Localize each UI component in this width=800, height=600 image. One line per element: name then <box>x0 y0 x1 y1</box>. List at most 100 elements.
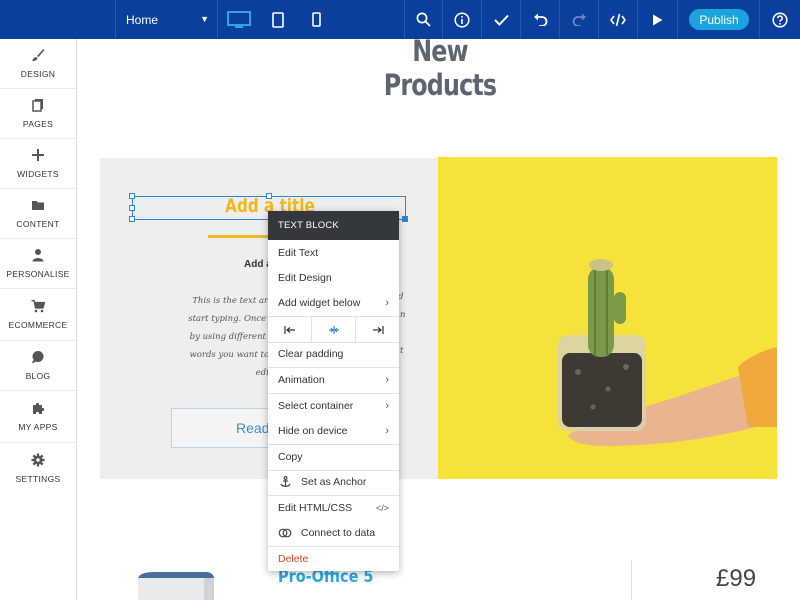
chevron-down-icon: ▼ <box>200 14 209 24</box>
link-rings-icon <box>278 528 292 538</box>
cactus-photo <box>438 157 777 479</box>
page-select-dropdown[interactable]: Home ▼ <box>115 0 218 39</box>
chevron-right-icon: › <box>385 400 389 412</box>
align-center-icon <box>328 325 339 334</box>
menu-item-add-widget-below[interactable]: Add widget below › <box>268 291 399 315</box>
menu-item-delete[interactable]: Delete <box>268 547 399 571</box>
help-button[interactable] <box>769 0 791 39</box>
chat-bubble-icon <box>32 351 44 364</box>
cart-icon <box>31 299 45 313</box>
tablet-view-button[interactable] <box>269 0 287 39</box>
code-icon: </> <box>375 503 389 513</box>
align-center-button[interactable] <box>312 317 356 342</box>
gear-icon <box>31 453 45 466</box>
anchor-icon <box>278 476 292 488</box>
product-image[interactable] <box>136 570 216 600</box>
menu-item-select-container[interactable]: Select container › <box>268 394 399 418</box>
sidebar-item-settings[interactable]: SETTINGS <box>0 443 76 493</box>
menu-item-label: Copy <box>278 451 303 463</box>
product-price: £99 <box>716 565 757 592</box>
resize-handle[interactable] <box>129 193 135 199</box>
menu-item-label: Select container <box>278 400 354 412</box>
puzzle-icon <box>33 402 45 414</box>
preview-button[interactable] <box>647 0 667 39</box>
checkmark-icon <box>493 14 509 26</box>
publish-button[interactable]: Publish <box>689 9 749 30</box>
menu-item-animation[interactable]: Animation › <box>268 368 399 392</box>
search-icon <box>416 12 431 27</box>
play-icon <box>652 14 662 25</box>
align-left-icon <box>283 325 295 334</box>
menu-item-set-as-anchor[interactable]: Set as Anchor <box>268 470 399 494</box>
sidebar-item-widgets[interactable]: WIDGETS <box>0 139 76 189</box>
chevron-right-icon: › <box>385 425 389 437</box>
code-icon <box>610 13 626 26</box>
sidebar-item-design[interactable]: DESIGN <box>0 39 76 89</box>
paragraph-fragment: n <box>400 310 406 320</box>
menu-item-edit-text[interactable]: Edit Text <box>268 241 399 265</box>
desktop-view-button[interactable] <box>226 0 252 39</box>
help-icon <box>772 11 788 28</box>
menu-item-clear-padding[interactable]: Clear padding <box>268 342 399 366</box>
sidebar-item-label: DESIGN <box>20 69 56 79</box>
sidebar-item-label: PERSONALISE <box>6 269 70 279</box>
sidebar-item-label: WIDGETS <box>17 169 59 179</box>
sidebar-item-personalise[interactable]: PERSONALISE <box>0 239 76 289</box>
menu-item-connect-to-data[interactable]: Connect to data <box>268 521 399 545</box>
info-icon <box>454 11 470 28</box>
mobile-view-button[interactable] <box>309 0 323 39</box>
menu-item-label: Hide on device <box>278 425 348 437</box>
menu-item-edit-design[interactable]: Edit Design <box>268 266 399 290</box>
undo-icon <box>533 13 547 26</box>
sidebar-item-blog[interactable]: BLOG <box>0 341 76 391</box>
sidebar-item-label: MY APPS <box>18 422 58 432</box>
sidebar-item-my-apps[interactable]: MY APPS <box>0 391 76 443</box>
redo-button[interactable] <box>568 0 590 39</box>
sidebar-item-label: ECOMMERCE <box>8 320 68 330</box>
undo-button[interactable] <box>529 0 551 39</box>
menu-item-label: Clear padding <box>278 348 344 360</box>
sidebar-item-content[interactable]: CONTENT <box>0 189 76 239</box>
chevron-right-icon: › <box>385 374 389 386</box>
divider <box>631 560 632 600</box>
menu-item-label: Edit Design <box>278 272 332 284</box>
tablet-icon <box>272 11 284 28</box>
resize-handle[interactable] <box>129 216 135 222</box>
code-button[interactable] <box>607 0 629 39</box>
brush-icon <box>32 49 45 61</box>
sidebar-item-pages[interactable]: PAGES <box>0 89 76 139</box>
sidebar-item-label: SETTINGS <box>15 473 61 484</box>
context-menu-header: TEXT BLOCK <box>268 211 399 240</box>
folder-icon <box>32 201 44 210</box>
menu-item-edit-html-css[interactable]: Edit HTML/CSS </> <box>268 496 399 520</box>
menu-item-label: Add widget below <box>278 297 361 309</box>
cactus-image[interactable] <box>438 157 777 479</box>
chevron-right-icon: › <box>385 297 389 309</box>
resize-handle[interactable] <box>129 205 135 211</box>
paragraph-fragment: t <box>400 346 404 356</box>
menu-item-copy[interactable]: Copy <box>268 445 399 469</box>
sidebar-item-label: BLOG <box>25 371 51 381</box>
sidebar-item-label: CONTENT <box>16 219 60 229</box>
menu-item-label: Connect to data <box>301 527 376 539</box>
menu-item-label: Set as Anchor <box>301 476 367 488</box>
align-right-button[interactable] <box>356 317 399 342</box>
mobile-icon <box>311 12 321 27</box>
page-select-value: Home <box>126 12 159 27</box>
menu-item-label: Edit HTML/CSS <box>278 502 353 514</box>
sidebar-item-label: PAGES <box>22 119 54 129</box>
person-icon <box>32 249 44 262</box>
desktop-icon <box>227 10 251 28</box>
printer-image <box>138 572 214 600</box>
alignment-row <box>268 316 399 343</box>
resize-handle[interactable] <box>402 216 408 222</box>
context-menu: TEXT BLOCK Edit Text Edit Design Add wid… <box>268 211 399 571</box>
align-left-button[interactable] <box>268 317 312 342</box>
menu-item-hide-on-device[interactable]: Hide on device › <box>268 419 399 443</box>
redo-icon <box>572 13 586 26</box>
sidebar-item-ecommerce[interactable]: ECOMMERCE <box>0 289 76 341</box>
pages-icon <box>32 99 43 112</box>
menu-item-label: Delete <box>278 553 309 565</box>
read-more-label: Read <box>236 420 270 436</box>
align-right-icon <box>372 325 384 334</box>
